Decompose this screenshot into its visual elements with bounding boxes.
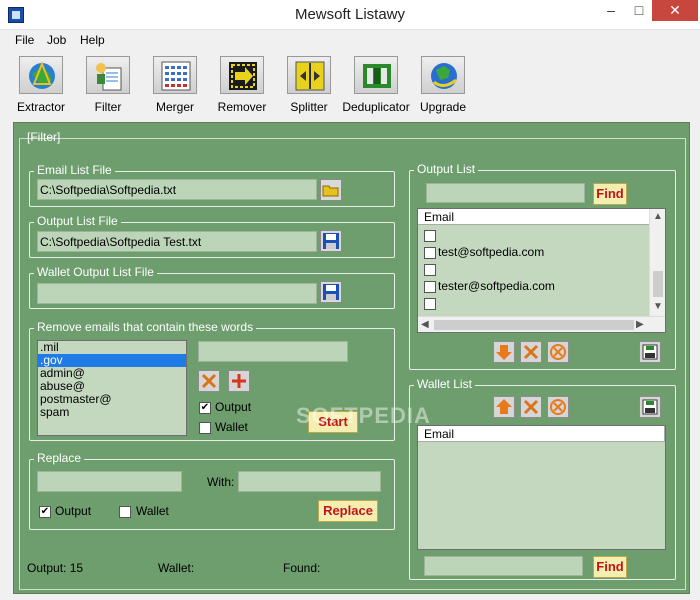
- open-folder-icon: [322, 185, 339, 197]
- remove-words-list[interactable]: .mil .gov admin@ abuse@ postmaster@ spam: [37, 340, 187, 436]
- output-save-button[interactable]: [639, 341, 661, 363]
- wallet-move-up-button[interactable]: [493, 396, 515, 418]
- remove-wallet-checkbox[interactable]: [199, 422, 211, 434]
- scroll-thumb[interactable]: [653, 271, 663, 297]
- replace-output-checkbox[interactable]: ✔: [39, 506, 51, 518]
- wallet-email-table[interactable]: Email: [417, 425, 666, 550]
- extractor-icon: [19, 56, 63, 94]
- output-find-button[interactable]: Find: [593, 183, 627, 205]
- save-wallet-button[interactable]: [320, 281, 342, 303]
- output-move-down-button[interactable]: [493, 341, 515, 363]
- deduplicator-icon: [354, 56, 398, 94]
- replace-with-input[interactable]: [238, 471, 381, 492]
- replace-output-label: Output: [55, 504, 92, 518]
- toolbar-upgrade[interactable]: Upgrade: [410, 52, 476, 116]
- row-email: tester@softpedia.com: [438, 279, 555, 293]
- wallet-delete-button[interactable]: [520, 396, 542, 418]
- status-output: Output: 15: [27, 561, 84, 575]
- remove-output-checkbox[interactable]: ✔: [199, 402, 211, 414]
- remove-output-label: Output: [215, 400, 252, 414]
- menu-job[interactable]: Job: [45, 33, 68, 47]
- filter-icon: [86, 56, 130, 94]
- status-found: Found:: [283, 561, 321, 575]
- row-checkbox[interactable]: [424, 281, 436, 293]
- replace-find-input[interactable]: [37, 471, 182, 492]
- status-wallet: Wallet:: [158, 561, 195, 575]
- row-email: test@softpedia.com: [438, 245, 545, 259]
- wallet-find-button[interactable]: Find: [593, 556, 627, 578]
- wallet-output-file-label: Wallet Output List File: [34, 265, 157, 279]
- delete-word-button[interactable]: [198, 370, 220, 392]
- upgrade-icon: [421, 56, 465, 94]
- list-item[interactable]: spam: [38, 406, 186, 419]
- with-label: With:: [207, 475, 235, 489]
- row-checkbox[interactable]: [424, 264, 436, 276]
- wallet-list-label: Wallet List: [414, 377, 475, 391]
- minimize-button[interactable]: –: [596, 0, 626, 22]
- scroll-up-icon[interactable]: ▲: [650, 211, 666, 222]
- wallet-search-input[interactable]: [424, 556, 583, 576]
- horizontal-scrollbar[interactable]: ◀ ▶: [418, 316, 665, 332]
- delete-icon: [201, 373, 217, 389]
- scroll-thumb[interactable]: [434, 320, 634, 330]
- toolbar-label: Upgrade: [419, 100, 467, 114]
- replace-wallet-label: Wallet: [136, 504, 169, 518]
- add-word-button[interactable]: [228, 370, 250, 392]
- replace-wallet-checkbox[interactable]: [119, 506, 131, 518]
- save-output-button[interactable]: [320, 230, 342, 252]
- scroll-left-icon[interactable]: ◀: [421, 319, 429, 330]
- plus-icon: [232, 374, 246, 388]
- remove-words-label: Remove emails that contain these words: [34, 320, 257, 334]
- word-input[interactable]: [198, 341, 348, 362]
- scroll-right-icon[interactable]: ▶: [636, 319, 644, 330]
- table-row[interactable]: test@softpedia.com: [418, 244, 649, 261]
- floppy-disk-icon: [323, 284, 339, 300]
- table-row[interactable]: tester@softpedia.com: [418, 278, 649, 295]
- vertical-scrollbar[interactable]: ▲ ▼: [649, 209, 665, 316]
- email-column-header[interactable]: Email: [418, 426, 665, 442]
- merger-icon: [153, 56, 197, 94]
- remover-icon: [220, 56, 264, 94]
- row-checkbox[interactable]: [424, 247, 436, 259]
- wallet-save-button[interactable]: [639, 396, 661, 418]
- email-list-file-input[interactable]: C:\Softpedia\Softpedia.txt: [37, 179, 317, 200]
- replace-label: Replace: [34, 451, 85, 465]
- output-list-file-label: Output List File: [34, 214, 121, 228]
- output-list-label: Output List: [414, 162, 479, 176]
- floppy-disk-icon: [323, 233, 339, 249]
- close-button[interactable]: ✕: [652, 0, 698, 21]
- save-icon: [642, 399, 658, 415]
- output-list-file-input[interactable]: C:\Softpedia\Softpedia Test.txt: [37, 231, 317, 252]
- wallet-clear-button[interactable]: [547, 396, 569, 418]
- row-checkbox[interactable]: [424, 230, 436, 242]
- splitter-icon: [287, 56, 331, 94]
- table-row[interactable]: [418, 295, 649, 312]
- menu-help[interactable]: Help: [78, 33, 107, 47]
- arrow-up-icon: [496, 399, 512, 414]
- delete-icon: [523, 344, 539, 360]
- output-clear-button[interactable]: [547, 341, 569, 363]
- output-email-table[interactable]: Email test@softpedia.com tester@softpedi…: [417, 208, 666, 333]
- delete-icon: [523, 399, 539, 415]
- output-delete-button[interactable]: [520, 341, 542, 363]
- clear-icon: [550, 344, 566, 360]
- save-icon: [642, 344, 658, 360]
- output-search-input[interactable]: [426, 183, 585, 203]
- email-column-header[interactable]: Email: [418, 209, 649, 225]
- arrow-down-icon: [496, 345, 512, 360]
- wallet-output-file-input[interactable]: [37, 283, 317, 304]
- table-row[interactable]: [418, 227, 649, 244]
- clear-icon: [550, 399, 566, 415]
- remove-wallet-label: Wallet: [215, 420, 248, 434]
- maximize-button[interactable]: □: [624, 0, 654, 22]
- panel-title: [Filter]: [27, 130, 61, 144]
- open-folder-button[interactable]: [320, 179, 342, 201]
- menu-file[interactable]: File: [13, 33, 36, 47]
- row-checkbox[interactable]: [424, 298, 436, 310]
- table-row[interactable]: [418, 261, 649, 278]
- scroll-down-icon[interactable]: ▼: [650, 301, 666, 312]
- window-title: Mewsoft Listawy: [294, 6, 406, 23]
- email-list-file-label: Email List File: [34, 163, 115, 177]
- replace-button[interactable]: Replace: [318, 500, 378, 522]
